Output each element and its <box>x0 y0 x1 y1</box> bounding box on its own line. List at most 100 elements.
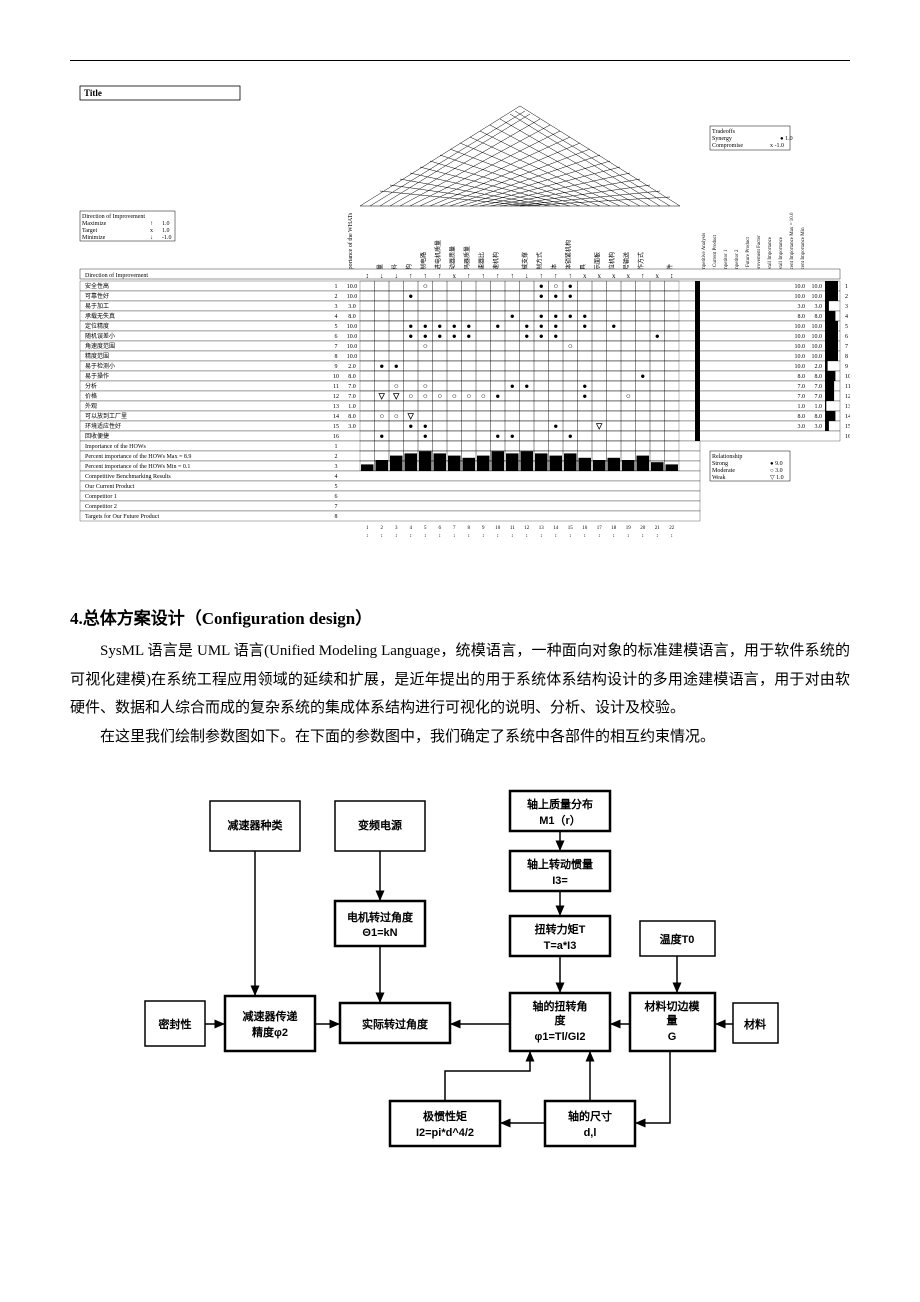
svg-text:↑: ↑ <box>496 272 500 280</box>
svg-text:20: 20 <box>640 526 646 531</box>
svg-text:↕: ↕ <box>366 272 370 280</box>
svg-text:9: 9 <box>335 364 338 370</box>
svg-text:↕: ↕ <box>482 534 485 539</box>
svg-text:x: x <box>627 272 631 280</box>
svg-text:x: x <box>656 272 660 280</box>
svg-text:↕: ↕ <box>468 534 471 539</box>
svg-text:●: ● <box>582 312 587 321</box>
svg-text:13: 13 <box>333 404 339 410</box>
svg-text:↑: ↑ <box>409 272 413 280</box>
svg-text:10.0: 10.0 <box>812 324 823 330</box>
svg-text:10.0: 10.0 <box>795 324 806 330</box>
svg-text:8.0: 8.0 <box>798 414 806 420</box>
svg-text:●: ● <box>640 372 645 381</box>
svg-text:环境适应性好: 环境适应性好 <box>85 422 121 430</box>
svg-text:Competitor 2: Competitor 2 <box>85 504 117 510</box>
svg-text:○ 3.0: ○ 3.0 <box>770 468 783 474</box>
svg-text:↕: ↕ <box>381 534 384 539</box>
svg-text:G: G <box>668 1031 677 1043</box>
svg-text:4: 4 <box>845 314 848 320</box>
svg-text:●: ● <box>568 432 573 441</box>
svg-text:精度φ2: 精度φ2 <box>252 1025 288 1039</box>
svg-text:●: ● <box>611 322 616 331</box>
svg-text:x: x <box>583 272 587 280</box>
svg-text:●: ● <box>582 322 587 331</box>
svg-text:○: ○ <box>423 382 428 391</box>
svg-text:1.0: 1.0 <box>162 228 170 234</box>
svg-text:5: 5 <box>845 324 848 330</box>
svg-text:●: ● <box>452 322 457 331</box>
box-shear: 材料切边模 <box>645 999 701 1013</box>
svg-text:10.0: 10.0 <box>795 294 806 300</box>
svg-text:●: ● <box>423 422 428 431</box>
svg-text:16: 16 <box>333 434 339 440</box>
svg-text:6: 6 <box>335 334 338 340</box>
svg-text:○: ○ <box>568 342 573 351</box>
svg-text:●: ● <box>568 292 573 301</box>
svg-text:Synergy: Synergy <box>712 136 732 142</box>
svg-text:○: ○ <box>452 392 457 401</box>
svg-text:▽: ▽ <box>378 392 386 401</box>
svg-text:Percent Importance Min: Percent Importance Min <box>801 227 806 276</box>
svg-text:8.0: 8.0 <box>798 374 806 380</box>
svg-text:10.0: 10.0 <box>347 344 358 350</box>
svg-text:●: ● <box>553 332 558 341</box>
svg-text:●: ● <box>553 312 558 321</box>
svg-text:↑: ↑ <box>467 272 471 280</box>
svg-text:●: ● <box>510 312 515 321</box>
svg-text:11: 11 <box>510 526 515 531</box>
svg-text:●: ● <box>408 322 413 331</box>
svg-text:10: 10 <box>495 526 501 531</box>
svg-text:7.0: 7.0 <box>815 394 823 400</box>
svg-text:15: 15 <box>845 424 850 430</box>
svg-text:○: ○ <box>626 392 631 401</box>
svg-text:3.0: 3.0 <box>798 304 806 310</box>
svg-text:承载无失真: 承载无失真 <box>85 312 115 320</box>
svg-text:4: 4 <box>410 526 413 531</box>
svg-text:●: ● <box>510 382 515 391</box>
box-reducer-type: 减速器种类 <box>228 818 284 832</box>
svg-text:●: ● <box>539 312 544 321</box>
svg-text:10.0: 10.0 <box>812 284 823 290</box>
svg-text:●: ● <box>524 332 529 341</box>
svg-text:10.0: 10.0 <box>812 344 823 350</box>
box-temp: 温度T0 <box>660 932 695 946</box>
svg-text:10.0: 10.0 <box>812 294 823 300</box>
qfd-title: Title <box>84 88 102 98</box>
svg-text:10.0: 10.0 <box>795 284 806 290</box>
svg-text:Relationship: Relationship <box>712 454 742 460</box>
box-torque: 扭转力矩T <box>535 922 586 936</box>
svg-text:Direction of Improvement: Direction of Improvement <box>82 213 145 220</box>
svg-text:↕: ↕ <box>656 534 659 539</box>
svg-text:10.0: 10.0 <box>795 344 806 350</box>
svg-text:↕: ↕ <box>511 534 514 539</box>
svg-text:8.0: 8.0 <box>348 314 356 320</box>
svg-text:2.0: 2.0 <box>348 364 356 370</box>
section-heading: 4.总体方案设计（Configuration design） <box>70 604 850 629</box>
svg-text:↓: ↓ <box>380 272 384 280</box>
svg-text:↑: ↑ <box>540 272 544 280</box>
svg-text:4: 4 <box>335 314 338 320</box>
svg-text:8.0: 8.0 <box>798 314 806 320</box>
svg-text:Weak: Weak <box>712 475 726 481</box>
box-motor-angle: 电机转过角度 <box>347 910 414 924</box>
svg-text:●: ● <box>510 432 515 441</box>
svg-text:4: 4 <box>335 474 338 480</box>
svg-text:○: ○ <box>394 412 399 421</box>
svg-text:2: 2 <box>335 294 338 300</box>
svg-text:●: ● <box>539 292 544 301</box>
legend-relationship: Relationship Strong● 9.0 Moderate○ 3.0 W… <box>710 451 790 481</box>
svg-text:↕: ↕ <box>670 272 674 280</box>
svg-text:↑: ↑ <box>424 272 428 280</box>
svg-text:Θ1=kN: Θ1=kN <box>362 927 397 939</box>
qfd-roof <box>360 106 680 206</box>
svg-text:3.0: 3.0 <box>815 424 823 430</box>
svg-text:●: ● <box>423 332 428 341</box>
svg-text:φ1=Tl/GI2: φ1=Tl/GI2 <box>535 1031 586 1043</box>
box-vfd: 变频电源 <box>358 818 402 832</box>
svg-text:8.0: 8.0 <box>348 374 356 380</box>
svg-text:○: ○ <box>466 392 471 401</box>
svg-text:●: ● <box>408 422 413 431</box>
qfd-matrix: n/a质量材料结构控制电路步进电机质量驱动器质量编码器质量减速器比减速机构n/a… <box>80 212 850 539</box>
svg-text:5: 5 <box>335 484 338 490</box>
